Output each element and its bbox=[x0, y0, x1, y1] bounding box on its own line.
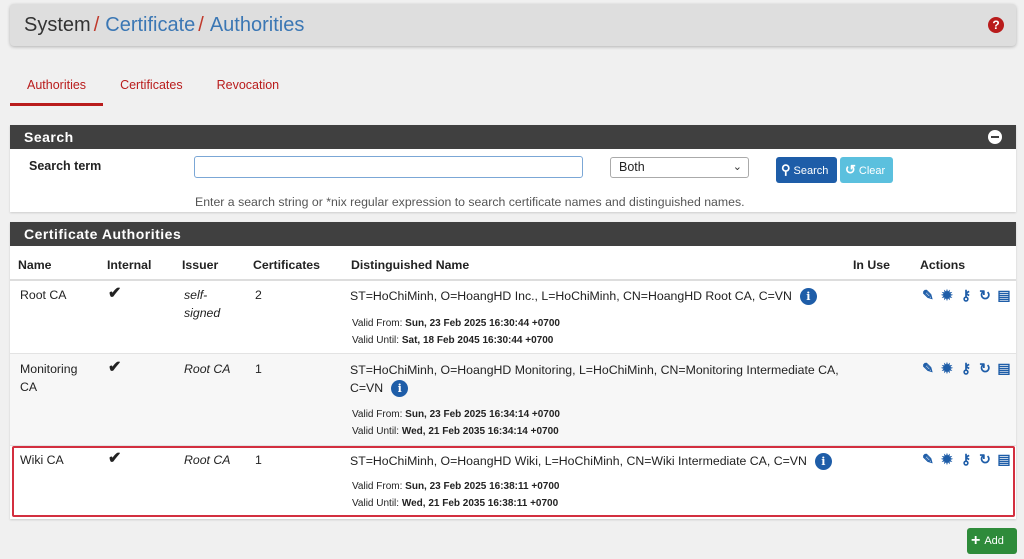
renew-icon[interactable]: ↻ bbox=[977, 360, 993, 376]
search-panel-title: Search bbox=[24, 129, 74, 145]
pencil-icon[interactable]: ✎ bbox=[920, 360, 936, 376]
question-circle-icon[interactable]: ? bbox=[988, 17, 1004, 33]
ca-panel-title: Certificate Authorities bbox=[24, 226, 182, 242]
ca-name: Root CA bbox=[20, 288, 67, 302]
tab-revocation[interactable]: Revocation bbox=[200, 70, 297, 106]
info-icon[interactable]: i bbox=[799, 288, 817, 306]
valid-from-value: Sun, 23 Feb 2025 16:34:14 +0700 bbox=[405, 409, 560, 420]
check-icon: ✔ bbox=[108, 285, 122, 302]
valid-until-value: Sat, 18 Feb 2045 16:30:44 +0700 bbox=[401, 335, 554, 346]
col-certificates: Certificates bbox=[253, 258, 320, 272]
pencil-icon[interactable]: ✎ bbox=[920, 287, 936, 303]
trash-icon[interactable]: ▤ bbox=[996, 360, 1012, 376]
add-button[interactable]: + Add bbox=[967, 528, 1017, 554]
ca-issuer-line1: self- bbox=[184, 288, 208, 302]
tab-bar: Authorities Certificates Revocation bbox=[10, 70, 296, 106]
table-row: Root CA ✔ self- signed 2 ST=HoChiMinh, O… bbox=[10, 281, 1016, 354]
info-icon[interactable]: i bbox=[391, 380, 409, 398]
plus-icon: + bbox=[971, 532, 981, 549]
valid-from-label: Valid From: bbox=[352, 409, 403, 420]
valid-until: Valid Until: Wed, 21 Feb 2035 16:34:14 +… bbox=[352, 426, 559, 437]
page-header: System / Certificate / Authorities ? bbox=[10, 4, 1016, 46]
renew-icon[interactable]: ↻ bbox=[977, 287, 993, 303]
col-internal: Internal bbox=[107, 258, 152, 272]
check-icon: ✔ bbox=[108, 359, 122, 376]
ca-issuer-line2: signed bbox=[184, 306, 221, 320]
table-row: Monitoring CA ✔ Root CA 1 ST=HoChiMinh, … bbox=[10, 354, 1016, 446]
collapse-icon[interactable] bbox=[988, 130, 1002, 144]
search-panel: Search Search term Both ⌄ ⚲ Search ↺ Clear… bbox=[10, 125, 1016, 212]
ca-name-line2: CA bbox=[20, 380, 38, 394]
col-in-use: In Use bbox=[853, 258, 890, 272]
gear-icon[interactable]: ✹ bbox=[939, 360, 955, 376]
ca-dn: ST=HoChiMinh, O=HoangHD Monitoring, L=Ho… bbox=[350, 361, 845, 398]
search-scope-select[interactable]: Both ⌄ bbox=[610, 157, 749, 178]
breadcrumb-separator: / bbox=[93, 14, 100, 36]
col-dn: Distinguished Name bbox=[351, 258, 470, 272]
ca-panel-header: Certificate Authorities bbox=[10, 222, 1016, 246]
valid-from-value: Sun, 23 Feb 2025 16:30:44 +0700 bbox=[405, 318, 560, 329]
row-highlight-box bbox=[12, 446, 1015, 517]
valid-from: Valid From: Sun, 23 Feb 2025 16:30:44 +0… bbox=[352, 318, 560, 329]
add-button-label: Add bbox=[984, 535, 1004, 547]
ca-issuer: Root CA bbox=[184, 362, 231, 376]
row-actions: ✎ ✹ ⚷ ↻ ▤ bbox=[920, 287, 1012, 303]
row-actions: ✎ ✹ ⚷ ↻ ▤ bbox=[920, 360, 1012, 376]
search-button[interactable]: ⚲ Search bbox=[776, 157, 837, 183]
search-input[interactable] bbox=[194, 156, 583, 178]
ca-dn-text: ST=HoChiMinh, O=HoangHD Inc., L=HoChiMin… bbox=[350, 289, 792, 303]
valid-until-label: Valid Until: bbox=[352, 426, 400, 437]
key-icon[interactable]: ⚷ bbox=[958, 287, 974, 303]
breadcrumb-authorities[interactable]: Authorities bbox=[210, 14, 305, 36]
undo-icon: ↺ bbox=[845, 162, 856, 177]
col-name: Name bbox=[18, 258, 52, 272]
valid-from-label: Valid From: bbox=[352, 318, 403, 329]
magnifier-icon: ⚲ bbox=[781, 162, 791, 177]
ca-dn: ST=HoChiMinh, O=HoangHD Inc., L=HoChiMin… bbox=[350, 287, 817, 306]
search-term-label: Search term bbox=[29, 159, 102, 173]
breadcrumb: System / Certificate / Authorities bbox=[24, 14, 304, 37]
breadcrumb-separator: / bbox=[198, 14, 204, 36]
search-button-label: Search bbox=[793, 165, 829, 177]
valid-until: Valid Until: Sat, 18 Feb 2045 16:30:44 +… bbox=[352, 335, 553, 346]
ca-cert-count: 2 bbox=[255, 288, 262, 302]
search-hint: Enter a search string or *nix regular ex… bbox=[195, 195, 745, 209]
tab-authorities[interactable]: Authorities bbox=[10, 70, 104, 106]
ca-name-line1: Monitoring bbox=[20, 362, 78, 376]
trash-icon[interactable]: ▤ bbox=[996, 287, 1012, 303]
gear-icon[interactable]: ✹ bbox=[939, 287, 955, 303]
breadcrumb-certificate[interactable]: Certificate bbox=[105, 14, 195, 36]
valid-from: Valid From: Sun, 23 Feb 2025 16:34:14 +0… bbox=[352, 409, 560, 420]
breadcrumb-system: System bbox=[24, 14, 91, 36]
chevron-down-icon: ⌄ bbox=[732, 161, 742, 173]
search-panel-header: Search bbox=[10, 125, 1016, 149]
tab-certificates[interactable]: Certificates bbox=[103, 70, 200, 106]
ca-dn-text: ST=HoChiMinh, O=HoangHD Monitoring, L=Ho… bbox=[350, 363, 839, 395]
search-scope-value: Both bbox=[619, 160, 645, 174]
key-icon[interactable]: ⚷ bbox=[958, 360, 974, 376]
valid-until-value: Wed, 21 Feb 2035 16:34:14 +0700 bbox=[401, 426, 559, 437]
clear-button-label: Clear bbox=[858, 165, 886, 177]
col-actions: Actions bbox=[920, 258, 966, 272]
col-issuer: Issuer bbox=[182, 258, 219, 272]
ca-cert-count: 1 bbox=[255, 362, 262, 376]
clear-button[interactable]: ↺ Clear bbox=[840, 157, 893, 183]
valid-until-label: Valid Until: bbox=[352, 335, 400, 346]
